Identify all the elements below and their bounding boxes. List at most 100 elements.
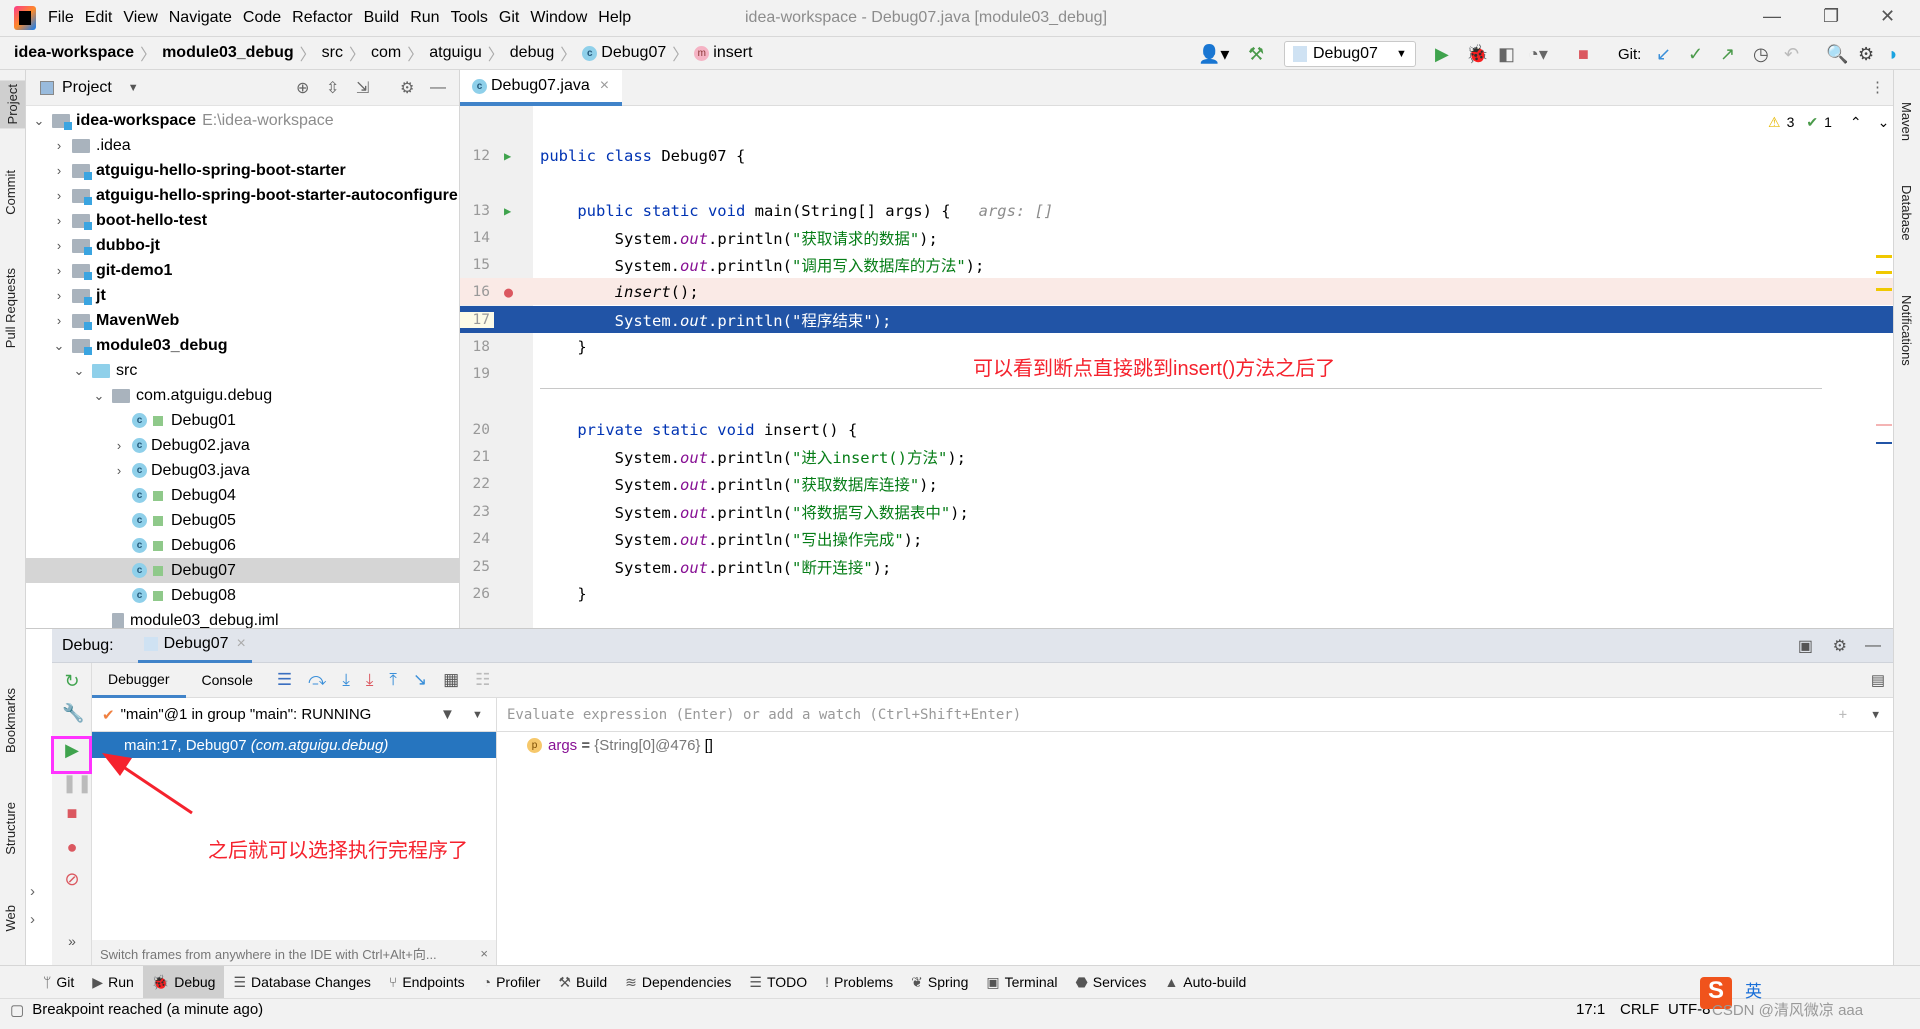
chevron-down-icon[interactable]: ⌄ (72, 363, 86, 379)
code-line[interactable]: 26 } (460, 580, 1893, 607)
run-icon[interactable]: ▶ (1435, 37, 1449, 71)
step-over-icon[interactable]: ⤼ (308, 670, 326, 690)
project-title[interactable]: Project (62, 79, 112, 97)
evaluate-calculator-icon[interactable]: ▦ (443, 670, 459, 690)
step-into-icon[interactable]: ⤓ (342, 670, 350, 690)
chevron-down-icon[interactable]: ⌄ (32, 113, 46, 129)
git-push-icon[interactable]: ↗ (1720, 37, 1735, 71)
run-gutter-icon[interactable]: ▶ (504, 204, 511, 218)
chevron-right-icon[interactable]: › (52, 238, 66, 253)
chevron-right-icon[interactable]: › (52, 188, 66, 203)
profile-icon[interactable]: ◔▾ (1528, 37, 1548, 71)
tree-item[interactable]: ⌄ com.atguigu.debug (26, 383, 459, 408)
tab-debugger[interactable]: Debugger (92, 663, 186, 698)
breadcrumb-item[interactable]: idea-workspace (14, 44, 134, 62)
code-line[interactable]: 17 System.out.println("程序结束"); (460, 306, 1893, 333)
debug-bug-icon[interactable]: 🐞 (1466, 37, 1488, 71)
breadcrumb-item[interactable]: Debug07 (601, 44, 666, 62)
chevron-right-icon[interactable]: › (52, 163, 66, 178)
git-update-icon[interactable]: ↙ (1656, 37, 1671, 71)
debug-session-tab[interactable]: Debug07 × (137, 629, 252, 663)
breadcrumb-item[interactable]: insert (713, 44, 752, 62)
tool-window-run[interactable]: ▶ Run (83, 966, 142, 999)
layout-icon[interactable]: ▣ (1798, 636, 1813, 656)
tool-window-endpoints[interactable]: ⑂ Endpoints (380, 966, 474, 999)
prev-highlight-icon[interactable]: ⌃ (1850, 114, 1862, 131)
tool-window-dependencies[interactable]: ≋ Dependencies (616, 966, 740, 999)
code-line[interactable]: 13 ▶ public static void main(String[] arg… (460, 197, 1893, 224)
next-highlight-icon[interactable]: ⌄ (1878, 114, 1890, 131)
tool-tab-maven[interactable]: Maven (1899, 102, 1914, 141)
locate-icon[interactable]: ⊕ (296, 78, 309, 98)
account-icon[interactable]: 👤▾ (1198, 37, 1229, 71)
tree-item[interactable]: ⌄ src (26, 358, 459, 383)
layout-settings-icon[interactable]: ▤ (1871, 671, 1885, 689)
search-icon[interactable]: 🔍 (1826, 37, 1848, 71)
status-panel-icon[interactable]: ▢ (10, 1001, 24, 1019)
menu-run[interactable]: Run (410, 9, 439, 27)
expand-chevron-icon[interactable]: › (30, 911, 35, 928)
run-gutter-icon[interactable]: ▶ (504, 149, 511, 163)
chevron-down-icon[interactable]: ▼ (128, 82, 139, 94)
tool-window-database-changes[interactable]: ☰ Database Changes (224, 966, 379, 999)
code-line[interactable]: 22 System.out.println("获取数据库连接"); (460, 470, 1893, 497)
tool-tab-database[interactable]: Database (1899, 185, 1914, 241)
pause-icon[interactable]: ❚❚ (62, 773, 92, 793)
force-step-into-icon[interactable]: ⤓ (366, 670, 374, 690)
view-breakpoints-icon[interactable]: ● (62, 837, 82, 857)
menu-git[interactable]: Git (499, 9, 519, 27)
tool-window-auto-build[interactable]: ▲ Auto-build (1155, 966, 1255, 999)
expand-chevron-icon[interactable]: › (30, 883, 35, 900)
inspection-widget[interactable]: ⚠ 3 ✔ 1 ⌃ ⌄ (1768, 114, 1889, 131)
menu-window[interactable]: Window (530, 9, 587, 27)
gear-icon[interactable]: ⚙ (400, 78, 414, 98)
tree-item[interactable]: c Debug06 (26, 533, 459, 558)
add-watch-icon[interactable]: + (1839, 707, 1847, 723)
chevron-right-icon[interactable]: › (52, 263, 66, 278)
build-hammer-icon[interactable]: ⚒ (1248, 37, 1264, 71)
menu-navigate[interactable]: Navigate (169, 9, 232, 27)
tree-item[interactable]: c Debug05 (26, 508, 459, 533)
line-separator[interactable]: CRLF (1620, 1001, 1659, 1018)
git-history-icon[interactable]: ◷ (1753, 37, 1769, 71)
code-line[interactable]: 24 System.out.println("写出操作完成"); (460, 525, 1893, 552)
code-with-me-icon[interactable]: ◗ (1888, 37, 1899, 71)
breadcrumb-item[interactable]: com (371, 44, 401, 62)
chevron-right-icon[interactable]: › (52, 213, 66, 228)
tool-window-services[interactable]: ⬣ Services (1067, 966, 1156, 999)
more-icon[interactable]: » (62, 933, 82, 953)
tree-item[interactable]: › git-demo1 (26, 258, 459, 283)
code-line[interactable]: 21 System.out.println("进入insert()方法"); (460, 443, 1893, 470)
tool-window-spring[interactable]: ❦ Spring (902, 966, 977, 999)
tree-item[interactable]: › .idea (26, 133, 459, 158)
close-window-button[interactable]: ✕ (1880, 6, 1895, 27)
minimize-button[interactable]: — (1763, 6, 1781, 27)
variable-row[interactable]: p args = {String[0]@476} [] (497, 732, 1893, 758)
tool-tab-structure[interactable]: Structure (3, 802, 18, 855)
mute-breakpoints-icon[interactable]: ⊘ (62, 869, 82, 889)
tool-window-terminal[interactable]: ▣ Terminal (977, 966, 1066, 999)
tool-tab-web[interactable]: Web (3, 905, 18, 932)
tool-window-problems[interactable]: ! Problems (816, 966, 902, 999)
code-line[interactable]: 15 System.out.println("调用写入数据库的方法"); (460, 251, 1893, 278)
hide-icon[interactable]: — (430, 79, 446, 97)
settings-wrench-icon[interactable]: 🔧 (62, 703, 84, 723)
menu-code[interactable]: Code (243, 9, 281, 27)
restore-button[interactable]: ❐ (1823, 6, 1839, 27)
tool-window-build[interactable]: ⚒ Build (549, 966, 616, 999)
coverage-icon[interactable]: ◧ (1498, 37, 1515, 71)
tree-item[interactable]: › c Debug02.java (26, 433, 459, 458)
menu-build[interactable]: Build (364, 9, 400, 27)
code-line[interactable]: 23 System.out.println("将数据写入数据表中"); (460, 498, 1893, 525)
stop-icon[interactable]: ■ (1578, 37, 1589, 71)
gear-icon[interactable]: ⚙ (1833, 636, 1847, 656)
tool-window-debug[interactable]: 🐞 Debug (142, 965, 225, 999)
breadcrumb-item[interactable]: debug (510, 44, 555, 62)
menu-edit[interactable]: Edit (85, 9, 113, 27)
menu-refactor[interactable]: Refactor (292, 9, 352, 27)
chevron-down-icon[interactable]: ▼ (1872, 708, 1879, 721)
code-line[interactable]: 16 ● insert(); (460, 278, 1893, 305)
git-commit-icon[interactable]: ✓ (1688, 37, 1703, 71)
tree-item[interactable]: › atguigu-hello-spring-boot-starter-autoc… (26, 183, 459, 208)
tool-tab-notifications[interactable]: Notifications (1899, 295, 1914, 366)
